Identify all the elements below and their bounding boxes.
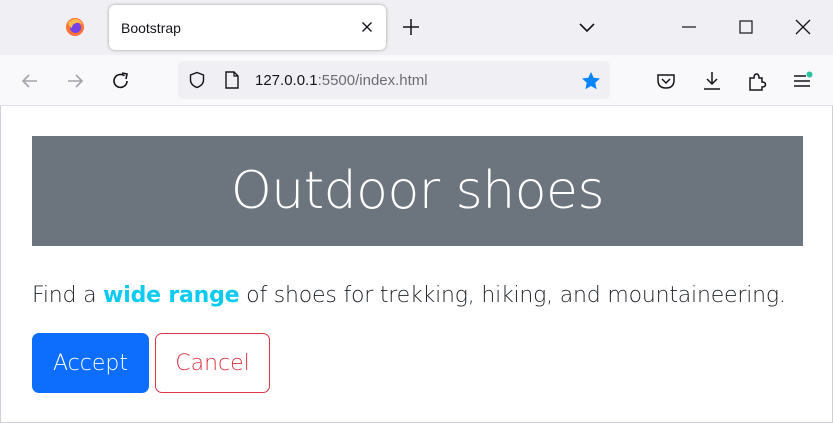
tab-strip: Bootstrap xyxy=(0,0,833,55)
accept-button[interactable]: Accept xyxy=(32,333,149,393)
maximize-window-icon[interactable] xyxy=(737,18,755,36)
tab-bootstrap[interactable]: Bootstrap xyxy=(109,5,386,50)
page-viewport: Outdoor shoes Find a wide range of shoes… xyxy=(0,106,833,423)
cancel-button[interactable]: Cancel xyxy=(155,333,270,393)
lead-highlight: wide range xyxy=(103,283,240,308)
reload-icon[interactable] xyxy=(110,70,132,92)
forward-arrow-icon[interactable] xyxy=(64,70,86,92)
hero-banner: Outdoor shoes xyxy=(32,136,803,246)
tab-title: Bootstrap xyxy=(121,20,181,36)
firefox-logo-icon[interactable] xyxy=(65,17,85,37)
minimize-window-icon[interactable] xyxy=(680,18,698,36)
url-text[interactable]: 127.0.0.1:5500/index.html xyxy=(255,72,428,89)
new-tab-plus-icon[interactable] xyxy=(401,17,421,37)
close-tab-icon[interactable] xyxy=(359,19,375,35)
lead-text-after: of shoes for trekking, hiking, and mount… xyxy=(239,283,786,308)
url-path: :5500/index.html xyxy=(317,72,428,89)
close-window-icon[interactable] xyxy=(793,17,813,37)
downloads-icon[interactable] xyxy=(701,70,723,92)
navigation-toolbar: 127.0.0.1:5500/index.html xyxy=(0,55,833,106)
url-host: 127.0.0.1 xyxy=(255,72,318,89)
extensions-puzzle-icon[interactable] xyxy=(746,70,768,92)
hamburger-menu-icon[interactable] xyxy=(791,70,813,92)
url-bar[interactable]: 127.0.0.1:5500/index.html xyxy=(178,61,610,99)
lead-paragraph: Find a wide range of shoes for trekking,… xyxy=(32,283,786,308)
pocket-icon[interactable] xyxy=(656,71,676,91)
tracking-protection-shield-icon[interactable] xyxy=(188,71,206,89)
bookmark-star-icon[interactable] xyxy=(580,70,602,92)
chevron-down-icon[interactable] xyxy=(577,17,597,37)
page-title: Outdoor shoes xyxy=(230,161,605,221)
back-arrow-icon[interactable] xyxy=(19,70,41,92)
page-info-icon[interactable] xyxy=(224,71,240,89)
lead-text-before: Find a xyxy=(32,283,104,308)
